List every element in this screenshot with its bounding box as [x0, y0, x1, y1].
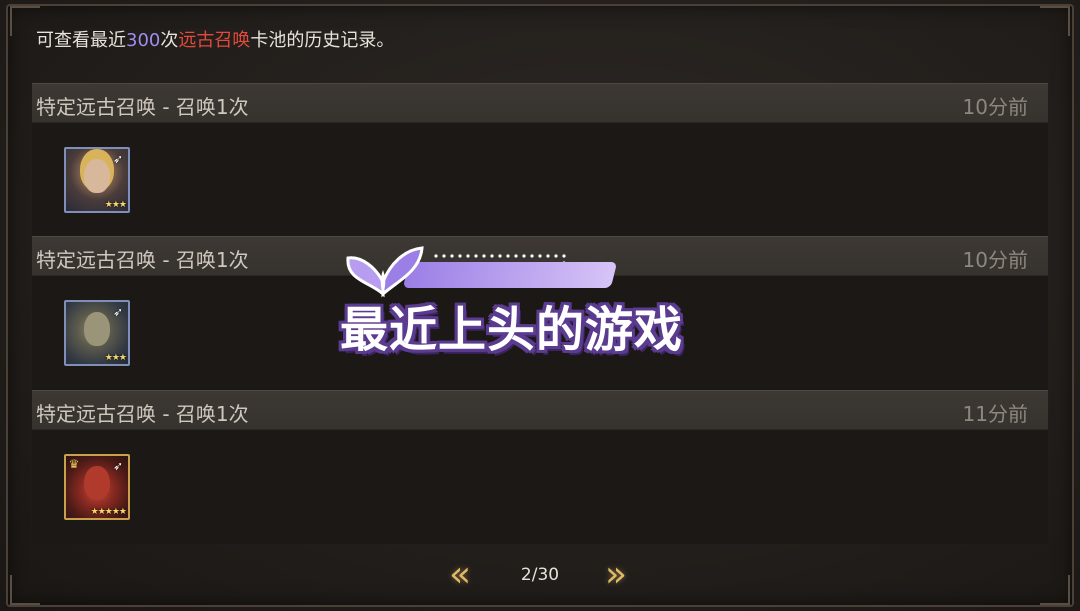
record-time: 10分前 — [962, 248, 1028, 272]
record-time: 10分前 — [962, 95, 1028, 119]
highlight-bar — [402, 262, 618, 288]
record-body: ➶ ★★★ — [32, 123, 1048, 237]
hero-card[interactable]: ➶ ★★★ — [64, 147, 130, 213]
record-time: 11分前 — [962, 402, 1028, 426]
previous-page-button[interactable]: « — [438, 556, 482, 596]
summon-record: 特定远古召唤 - 召唤1次 11分前 ♛ ➶ ★★★★★ — [32, 390, 1048, 544]
intro-count: 300 — [126, 30, 161, 51]
record-body: ♛ ➶ ★★★★★ — [32, 430, 1048, 544]
summon-record: 特定远古召唤 - 召唤1次 10分前 ➶ ★★★ — [32, 83, 1048, 237]
crown-icon: ♛ — [68, 457, 80, 471]
overlay-caption: 最近上头的游戏 — [340, 302, 684, 358]
intro-text: 可查看最近 — [36, 30, 126, 51]
record-header: 特定远古召唤 - 召唤1次 10分前 — [32, 83, 1048, 123]
intro-text: 次 — [160, 30, 179, 51]
summon-history-panel: 可查看最近300次远古召唤卡池的历史记录。 特定远古召唤 - 召唤1次 10分前… — [0, 0, 1080, 611]
hero-stars: ★★★ — [104, 200, 127, 210]
record-title: 特定远古召唤 - 召唤1次 — [36, 402, 249, 426]
hero-card[interactable]: ♛ ➶ ★★★★★ — [64, 454, 130, 520]
video-caption-overlay: 最近上头的游戏 — [336, 240, 736, 360]
bow-icon: ➶ — [112, 305, 124, 319]
intro-text: 卡池的历史记录。 — [250, 30, 395, 51]
hero-card[interactable]: ➶ ★★★ — [64, 300, 130, 366]
pagination: « 2/30 » — [0, 556, 1080, 596]
record-title: 特定远古召唤 - 召唤1次 — [36, 95, 249, 119]
hero-stars: ★★★ — [104, 353, 127, 363]
hero-stars: ★★★★★ — [90, 507, 127, 517]
record-header: 特定远古召唤 - 召唤1次 11分前 — [32, 390, 1048, 430]
next-page-button[interactable]: » — [594, 556, 638, 596]
record-title: 特定远古召唤 - 召唤1次 — [36, 248, 249, 272]
frame-corner — [1040, 6, 1070, 36]
intro-pool-name: 远古召唤 — [178, 30, 251, 51]
history-description: 可查看最近300次远古召唤卡池的历史记录。 — [36, 26, 394, 52]
bow-icon: ➶ — [112, 152, 124, 166]
bow-icon: ➶ — [112, 459, 124, 473]
page-indicator: 2/30 — [520, 565, 560, 585]
